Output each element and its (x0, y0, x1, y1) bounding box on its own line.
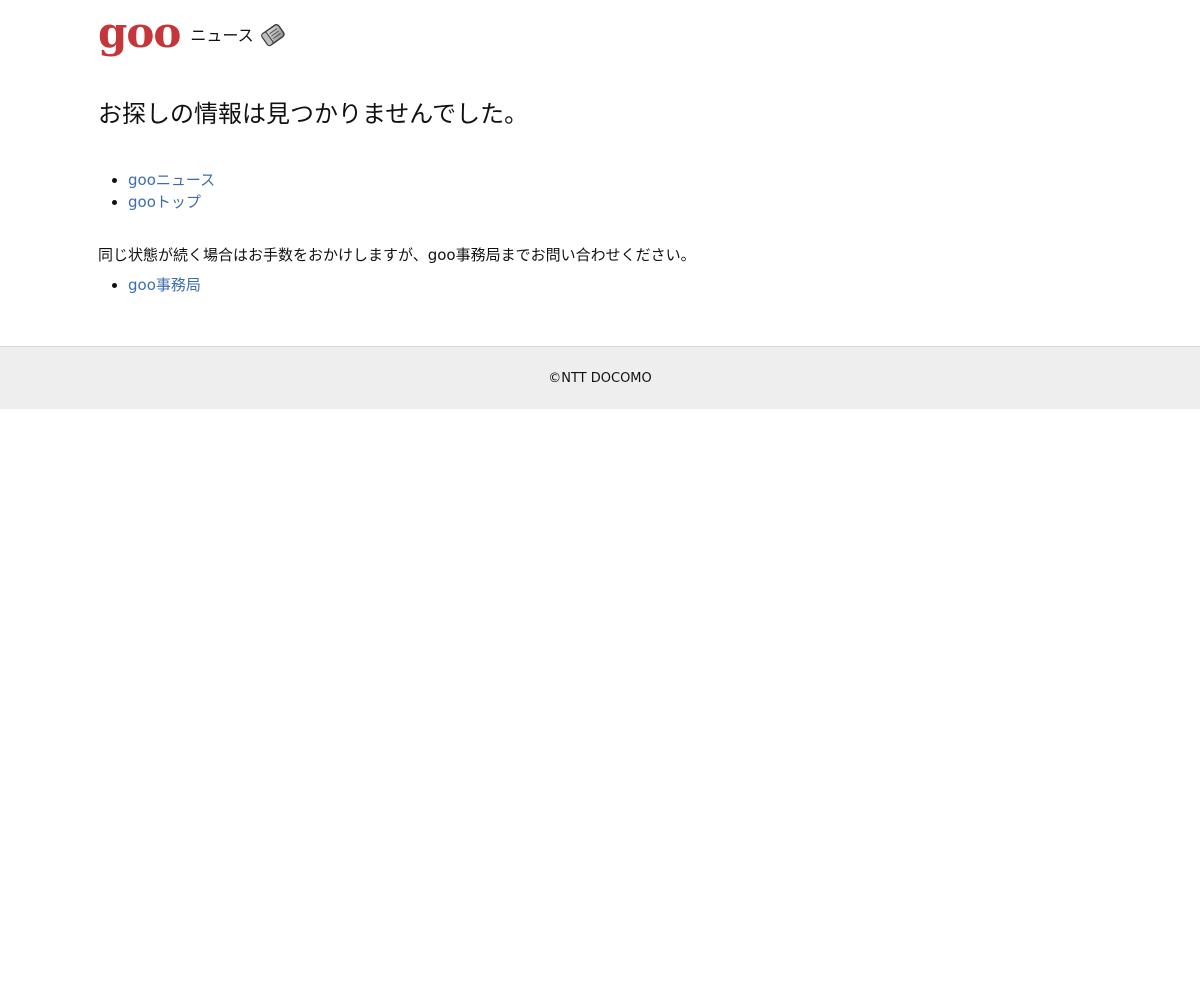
list-item: gooトップ (128, 191, 215, 213)
service-name[interactable]: ニュース (190, 22, 253, 46)
copyright-text: ©NTT DOCOMO (548, 370, 652, 386)
error-title: お探しの情報は見つかりませんでした。 (98, 100, 529, 128)
contact-links: goo事務局 (98, 274, 201, 296)
site-header: goo ニュース (98, 12, 288, 58)
contact-notice: 同じ状態が続く場合はお手数をおかけしますが、goo事務局までお問い合わせください… (98, 246, 696, 264)
goo-top-link[interactable]: gooトップ (128, 193, 201, 211)
goo-office-link[interactable]: goo事務局 (128, 276, 201, 294)
goo-news-link[interactable]: gooニュース (128, 171, 215, 189)
site-footer: ©NTT DOCOMO (0, 346, 1200, 409)
list-item: goo事務局 (128, 274, 201, 296)
list-item: gooニュース (128, 169, 215, 191)
navigation-links: gooニュース gooトップ (98, 169, 215, 213)
newspaper-icon (260, 24, 285, 47)
goo-logo[interactable]: goo (98, 12, 181, 54)
